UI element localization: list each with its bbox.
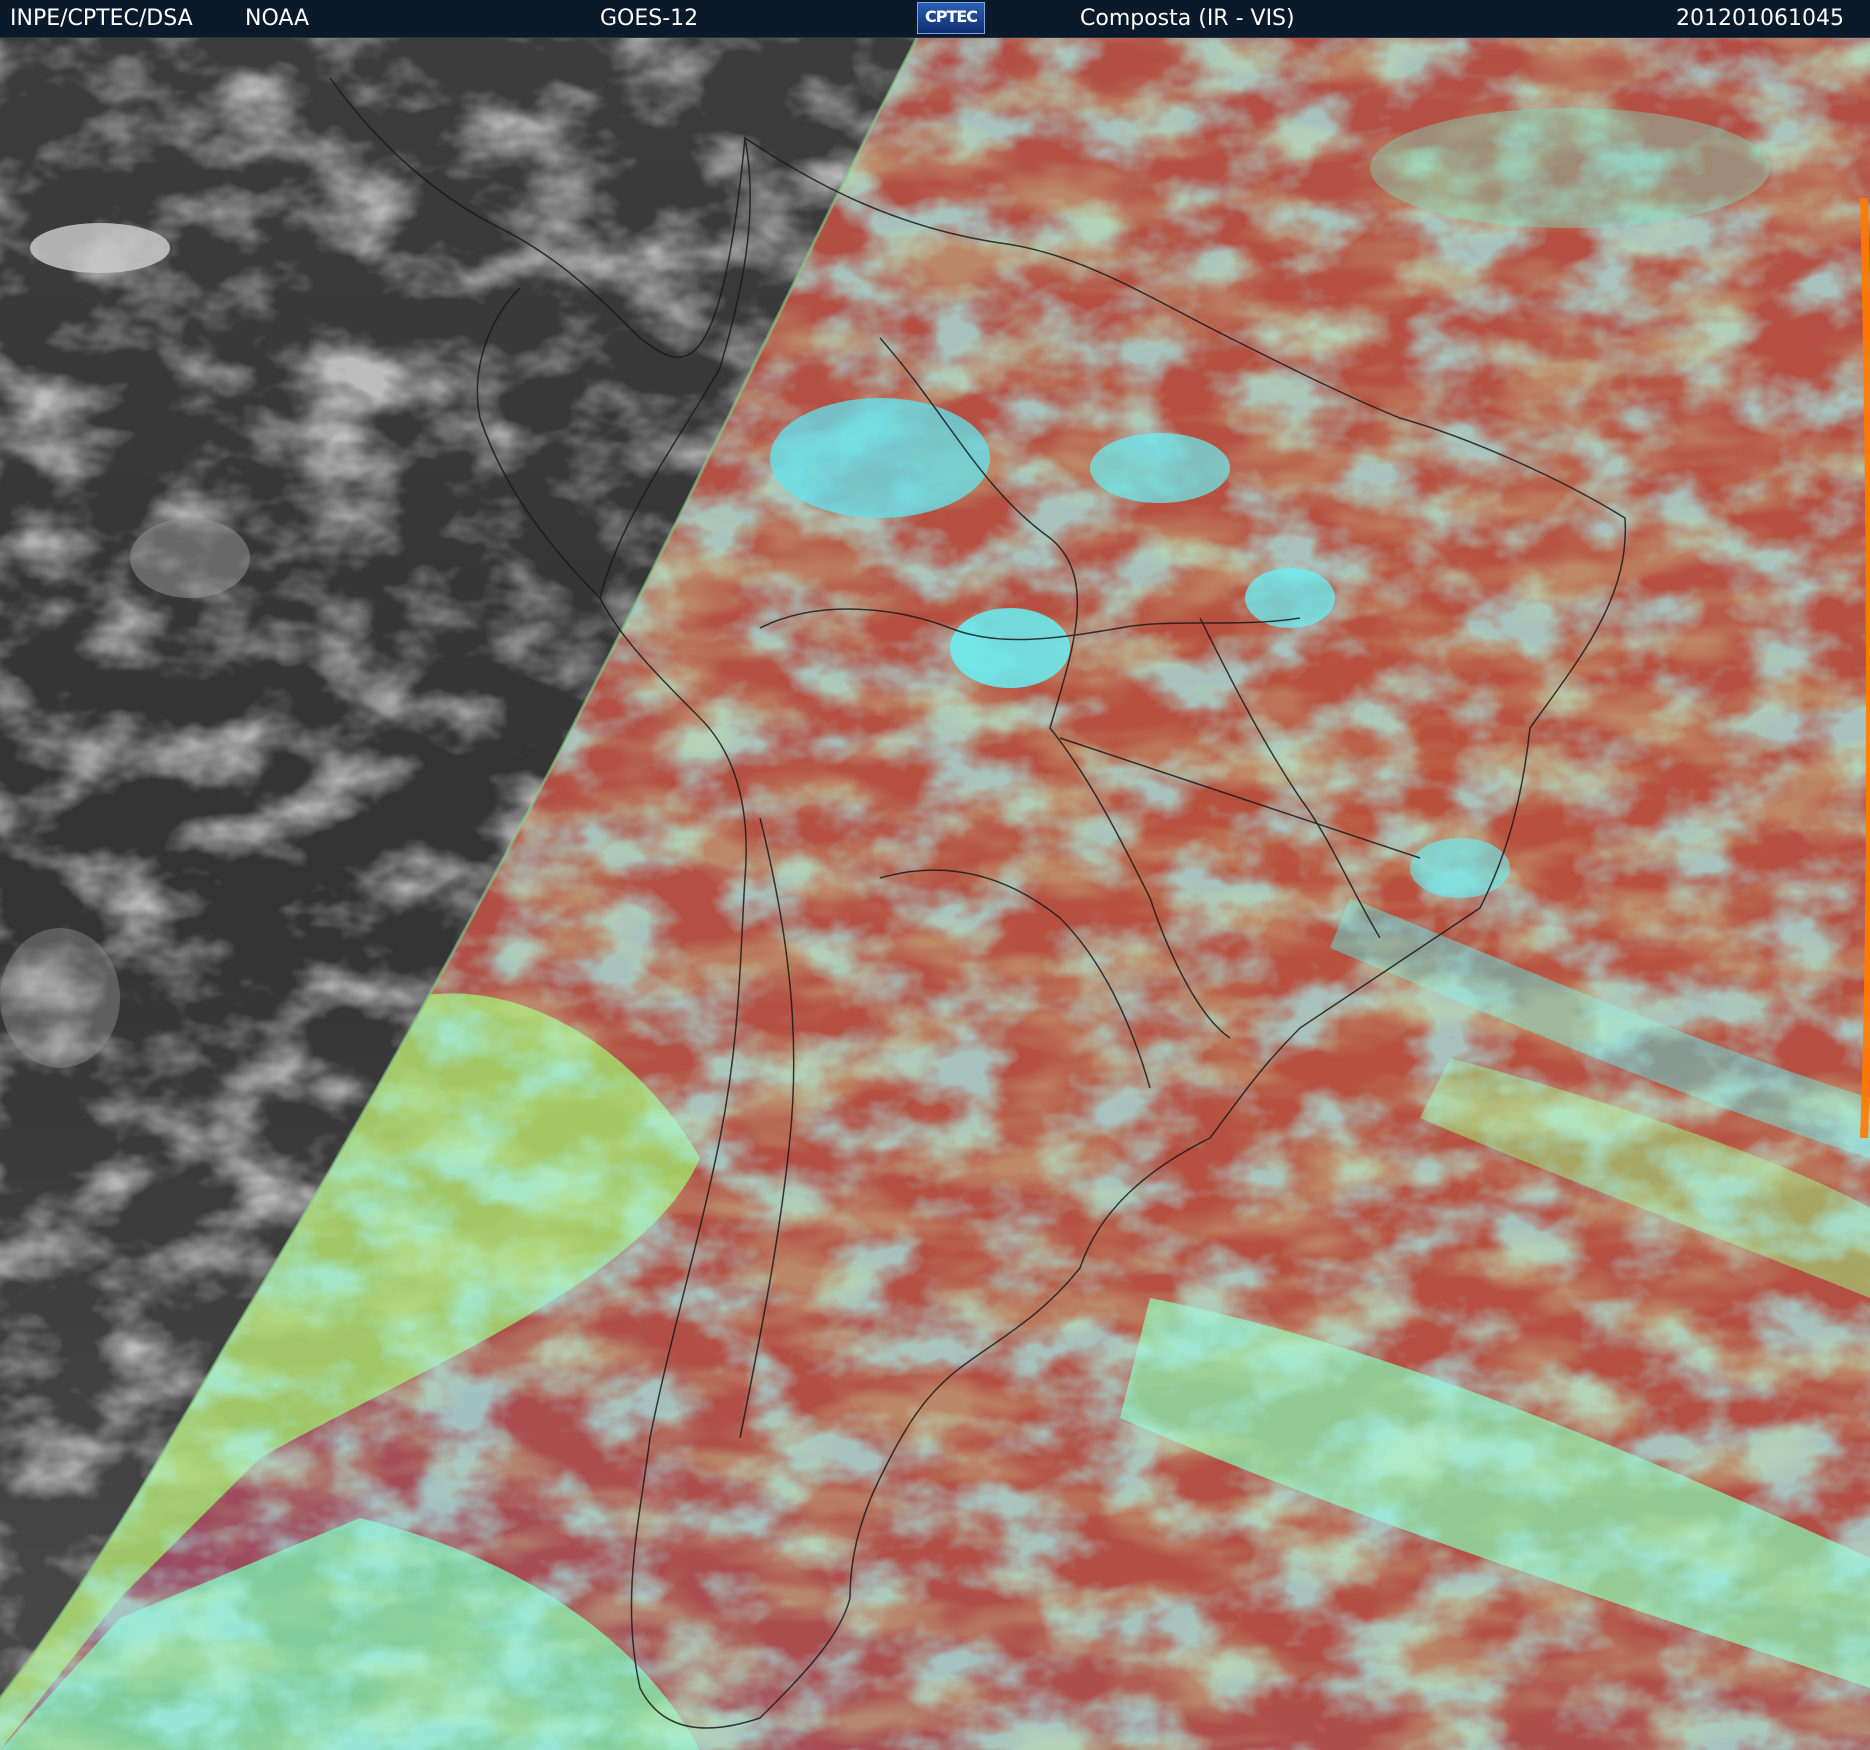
- satellite-image-frame: INPE/CPTEC/DSA NOAA GOES-12 CPTEC Compos…: [0, 0, 1870, 1750]
- satellite-label: GOES-12: [600, 6, 699, 31]
- timestamp-label: 201201061045: [1676, 6, 1844, 31]
- agency-label: NOAA: [245, 6, 310, 31]
- satellite-composite-image: [0, 38, 1870, 1750]
- product-label: Composta (IR - VIS): [1080, 6, 1295, 31]
- image-header-bar: INPE/CPTEC/DSA NOAA GOES-12 CPTEC Compos…: [0, 0, 1870, 38]
- cptec-logo: CPTEC: [917, 2, 985, 34]
- source-label: INPE/CPTEC/DSA: [10, 6, 193, 31]
